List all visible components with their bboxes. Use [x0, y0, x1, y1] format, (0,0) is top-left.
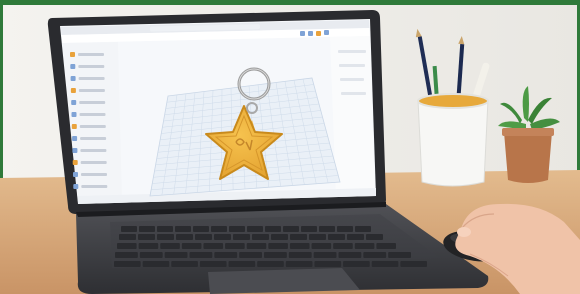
keyboard-key [203, 243, 224, 249]
panel-item-text [79, 125, 106, 128]
keyboard-key [337, 226, 353, 232]
keyboard-key [313, 252, 337, 258]
panel-item-icon [71, 124, 77, 129]
keyboard-key [195, 234, 212, 240]
panel-item-text [78, 77, 105, 80]
panel-item-text [78, 89, 105, 92]
keyboard-key [228, 261, 256, 267]
panel-item-text [78, 65, 105, 68]
panel-item-icon [73, 172, 78, 177]
panel-item-text [79, 101, 106, 104]
panel-item-icon [72, 136, 78, 141]
keyboard-key [257, 261, 284, 267]
keyboard-key [319, 226, 335, 232]
keyboard-key [225, 243, 245, 249]
keyboard-key [265, 226, 281, 232]
keyboard-key [171, 261, 198, 267]
keyboard-key [400, 261, 427, 267]
keyboard-key [139, 226, 155, 232]
panel-item-icon [70, 76, 76, 81]
keyboard-key [157, 226, 173, 232]
keyboard-key [268, 243, 288, 249]
keyboard-key [290, 234, 307, 240]
keyboard-key [264, 252, 287, 258]
keyboard-key [343, 261, 370, 267]
panel-item-icon [72, 160, 78, 165]
photo-scene [0, 0, 580, 294]
keyboard-key [189, 252, 213, 258]
panel-item-text [80, 149, 107, 152]
panel-item-text [81, 185, 108, 188]
keyboard-key [333, 243, 353, 249]
keyboard-key [139, 252, 163, 258]
keyboard-key [314, 261, 342, 267]
panel-item-text [81, 173, 107, 176]
keyboard-key [366, 234, 383, 240]
keyboard-key [175, 226, 191, 232]
panel-item-text [80, 137, 107, 140]
panel-item-text [79, 113, 106, 116]
panel-item-icon [70, 64, 76, 69]
panel-item-icon [72, 148, 78, 153]
keyboard-key [288, 252, 312, 258]
top-frame-bar [0, 0, 580, 5]
keyboard-key [199, 261, 227, 267]
keyboard-key [252, 234, 269, 240]
keyboard-key [311, 243, 332, 249]
panel-item-icon [73, 184, 79, 189]
keyboard-key [376, 243, 396, 249]
keyboard-key [309, 234, 326, 240]
keyboard-key [363, 252, 387, 258]
keyboard-key [301, 226, 317, 232]
keyboard-key [176, 234, 193, 240]
keyboard-key [328, 234, 345, 240]
keyboard-key [246, 243, 267, 249]
keyboard-key [121, 226, 137, 232]
keyboard-key [119, 234, 136, 240]
keyboard-key [371, 261, 399, 267]
panel-item-icon [70, 88, 76, 93]
panel-item-icon [71, 100, 77, 105]
keyboard-key [117, 243, 137, 249]
keyboard-key [214, 252, 238, 258]
keyboard-key [211, 226, 227, 232]
keyboard-key [354, 243, 375, 249]
scene-illustration [0, 0, 580, 294]
panel-item-icon [70, 52, 75, 57]
keyboard-key [285, 261, 313, 267]
keyboard-key [138, 234, 155, 240]
keyboard-key [289, 243, 310, 249]
keyboard-key [157, 234, 174, 240]
keyboard-key [388, 252, 411, 258]
keyboard-key [229, 226, 245, 232]
keyboard-key [247, 226, 263, 232]
keyboard-key [283, 226, 299, 232]
keyboard-key [355, 226, 371, 232]
panel-item-text [80, 161, 107, 164]
keyboard-key [233, 234, 250, 240]
keyboard-key [160, 243, 180, 249]
panel-item-icon [71, 112, 77, 117]
keyboard-key [239, 252, 262, 258]
keyboard-key [181, 243, 202, 249]
keyboard-key [338, 252, 362, 258]
keyboard-key [193, 226, 209, 232]
keyboard-key [115, 252, 138, 258]
panel-item-text [78, 53, 104, 56]
keyboard-key [347, 234, 364, 240]
keyboard-key [138, 243, 159, 249]
keyboard-key [214, 234, 231, 240]
keyboard-key [114, 261, 141, 267]
keyboard-key [164, 252, 188, 258]
keyboard-key [271, 234, 288, 240]
keyboard-key [142, 261, 170, 267]
